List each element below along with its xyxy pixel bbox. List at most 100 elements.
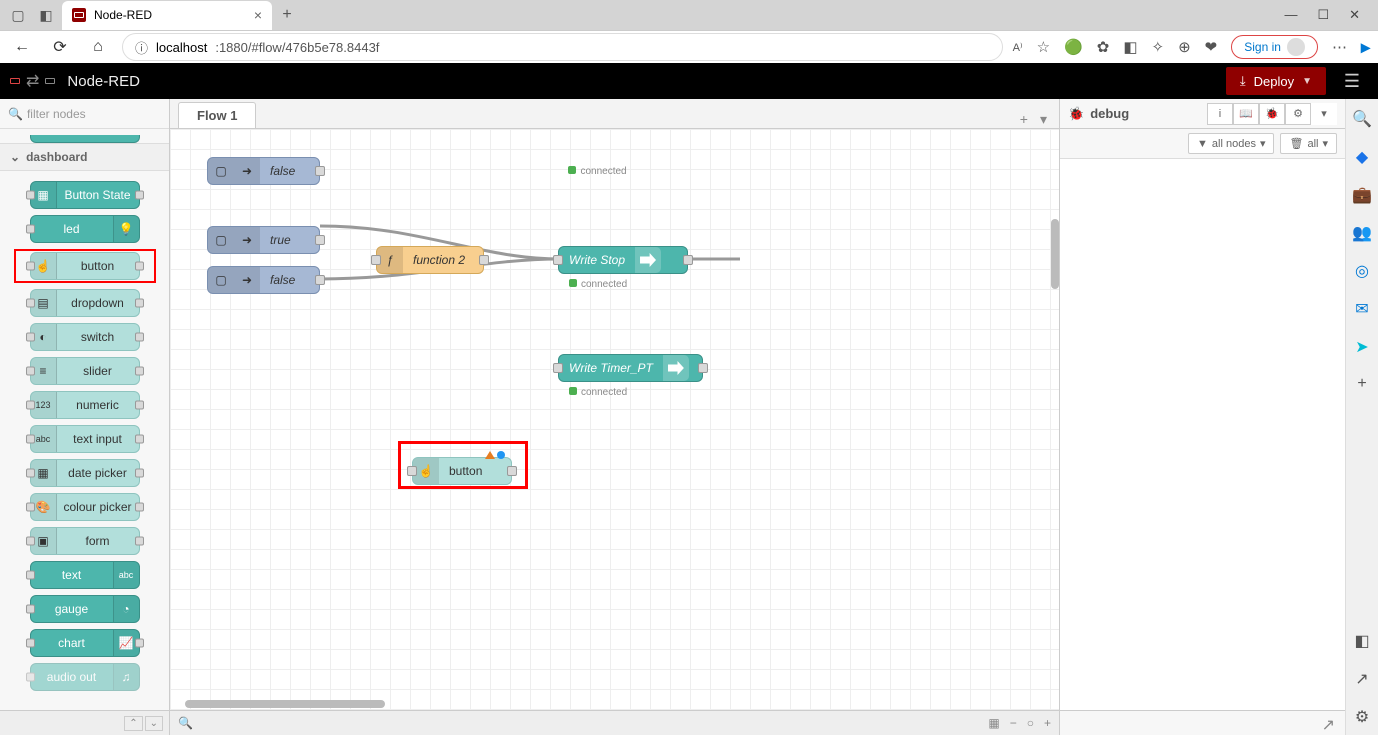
favorite-icon[interactable]: ☆	[1037, 38, 1050, 56]
input-port[interactable]	[553, 363, 563, 373]
output-port[interactable]	[315, 166, 325, 176]
info-tab-icon[interactable]: i	[1207, 103, 1233, 125]
palette-node-chart[interactable]: chart📈	[30, 629, 140, 657]
chevron-down-icon[interactable]: ▼	[1302, 76, 1312, 87]
new-tab-button[interactable]: +	[276, 4, 298, 26]
input-port[interactable]	[407, 466, 417, 476]
collections-icon[interactable]: ⊕	[1178, 38, 1191, 56]
canvas[interactable]: ▢ ➜ false ▢ ➜ true ▢ ➜ false ƒ function	[170, 129, 1059, 710]
palette-node-dropdown[interactable]: ▤dropdown	[30, 289, 140, 317]
sidebar-menu-icon[interactable]: ▾	[1311, 103, 1337, 125]
inject-icon[interactable]: ▢	[208, 158, 234, 184]
split-icon[interactable]: ◧	[1123, 38, 1137, 56]
palette-node-gauge[interactable]: gauge◔	[30, 595, 140, 623]
bing-icon[interactable]: ▸	[1361, 37, 1370, 58]
flow-menu-icon[interactable]: ▾	[1040, 111, 1047, 128]
minimize-icon[interactable]: ―	[1284, 7, 1297, 23]
deploy-button[interactable]: ⤓ Deploy ▼	[1226, 67, 1326, 95]
node-button[interactable]: ☝ button	[412, 457, 512, 485]
palette-node-switch[interactable]: ◐switch	[30, 323, 140, 351]
share-icon[interactable]: ↗	[1355, 669, 1368, 689]
node-inject-false-top[interactable]: ▢ ➜ false	[207, 157, 320, 185]
zoom-out-icon[interactable]: −	[1010, 716, 1017, 730]
shopping-icon[interactable]: ◆	[1356, 147, 1368, 167]
flow-tab[interactable]: Flow 1	[178, 102, 256, 128]
node-inject-true[interactable]: ▢ ➜ true	[207, 226, 320, 254]
tools-icon[interactable]: 💼	[1352, 185, 1372, 205]
palette-node-form[interactable]: ▣form	[30, 527, 140, 555]
search-icon: 🔍	[8, 107, 23, 121]
open-window-icon[interactable]: ↗	[1322, 715, 1335, 731]
favorites-bar-icon[interactable]: ✧	[1152, 38, 1165, 56]
settings-icon[interactable]: ⚙	[1355, 707, 1369, 727]
copilot-icon[interactable]: ◎	[1355, 261, 1369, 281]
output-port[interactable]	[315, 235, 325, 245]
refresh-icon[interactable]: ⟳	[46, 33, 74, 61]
back-icon[interactable]: ←	[8, 33, 36, 61]
signin-button[interactable]: Sign in	[1231, 35, 1318, 59]
scrollbar-horizontal[interactable]	[185, 700, 385, 708]
scrollbar-vertical[interactable]	[1051, 219, 1059, 289]
performance-icon[interactable]: ❤	[1205, 38, 1218, 56]
send-icon[interactable]: ➤	[1355, 337, 1368, 357]
close-icon[interactable]: ×	[254, 7, 262, 23]
menu-icon[interactable]: ☰	[1336, 67, 1368, 95]
highlight-box: ☝button	[14, 249, 156, 283]
inject-icon[interactable]: ▢	[208, 227, 234, 253]
zoom-in-icon[interactable]: +	[1044, 716, 1051, 730]
palette-node-button-state[interactable]: ▦Button State	[30, 181, 140, 209]
tab-aside-icon[interactable]: ◧	[34, 3, 58, 27]
output-port[interactable]	[507, 466, 517, 476]
browser-tab[interactable]: Node-RED ×	[62, 1, 272, 30]
palette-node-led[interactable]: led💡	[30, 215, 140, 243]
outlook-icon[interactable]: ✉	[1355, 299, 1368, 319]
node-write-stop[interactable]: Write Stop connected	[558, 246, 688, 274]
palette-node-colour-picker[interactable]: 🎨colour picker	[30, 493, 140, 521]
node-write-timer[interactable]: Write Timer_PT connected	[558, 354, 703, 382]
debug-messages[interactable]	[1060, 159, 1345, 710]
zoom-reset-icon[interactable]: ○	[1027, 716, 1034, 730]
palette-category-dashboard[interactable]: ⌄ dashboard	[0, 143, 169, 171]
help-tab-icon[interactable]: 📖	[1233, 103, 1259, 125]
output-port[interactable]	[683, 255, 693, 265]
read-aloud-icon[interactable]: A⁾	[1013, 41, 1023, 54]
output-port[interactable]	[315, 275, 325, 285]
palette-filter[interactable]: 🔍 filter nodes	[0, 99, 169, 129]
collapse-icon[interactable]: ⌃	[124, 716, 142, 731]
input-port[interactable]	[553, 255, 563, 265]
home-icon[interactable]: ⌂	[84, 33, 112, 61]
extension-icon[interactable]: ✿	[1097, 38, 1110, 56]
output-port[interactable]	[698, 363, 708, 373]
config-tab-icon[interactable]: ⚙	[1285, 103, 1311, 125]
palette-node-text-input[interactable]: abctext input	[30, 425, 140, 453]
idm-icon[interactable]: 🟢	[1064, 38, 1083, 56]
palette-node-slider[interactable]: ≡slider	[30, 357, 140, 385]
url-field[interactable]: ⓘ localhost:1880/#flow/476b5e78.8443f	[122, 33, 1003, 61]
layout-icon[interactable]: ◧	[1354, 631, 1369, 651]
add-icon[interactable]: +	[1357, 375, 1366, 393]
output-port[interactable]	[479, 255, 489, 265]
palette-node-text[interactable]: textabc	[30, 561, 140, 589]
search-icon[interactable]: 🔍	[178, 716, 193, 730]
maximize-icon[interactable]: ☐	[1317, 7, 1329, 23]
more-icon[interactable]: ⋯	[1332, 38, 1347, 56]
node-inject-false[interactable]: ▢ ➜ false	[207, 266, 320, 294]
navigator-icon[interactable]: ▦	[988, 716, 999, 730]
palette-scroll[interactable]: ▦Button State led💡 ☝button ▤dropdown ◐sw…	[0, 171, 169, 710]
palette-node-numeric[interactable]: 123numeric	[30, 391, 140, 419]
clear-filter-button[interactable]: 🗑 all ▾	[1280, 133, 1337, 154]
close-window-icon[interactable]: ✕	[1349, 7, 1360, 23]
expand-icon[interactable]: ⌄	[145, 716, 163, 731]
people-icon[interactable]: 👥	[1352, 223, 1372, 243]
palette-node-button[interactable]: ☝button	[30, 252, 140, 280]
palette-node-audio-out[interactable]: audio out♫	[30, 663, 140, 691]
search-icon[interactable]: 🔍	[1352, 109, 1372, 129]
node-function-2[interactable]: ƒ function 2	[376, 246, 484, 274]
palette-node-date-picker[interactable]: ▦date picker	[30, 459, 140, 487]
inject-icon[interactable]: ▢	[208, 267, 234, 293]
filter-nodes-button[interactable]: ▼ all nodes ▾	[1188, 133, 1274, 154]
tab-overview-icon[interactable]: ▢	[6, 3, 30, 27]
add-flow-icon[interactable]: +	[1020, 111, 1028, 128]
input-port[interactable]	[371, 255, 381, 265]
debug-tab-icon[interactable]: 🐞	[1259, 103, 1285, 125]
